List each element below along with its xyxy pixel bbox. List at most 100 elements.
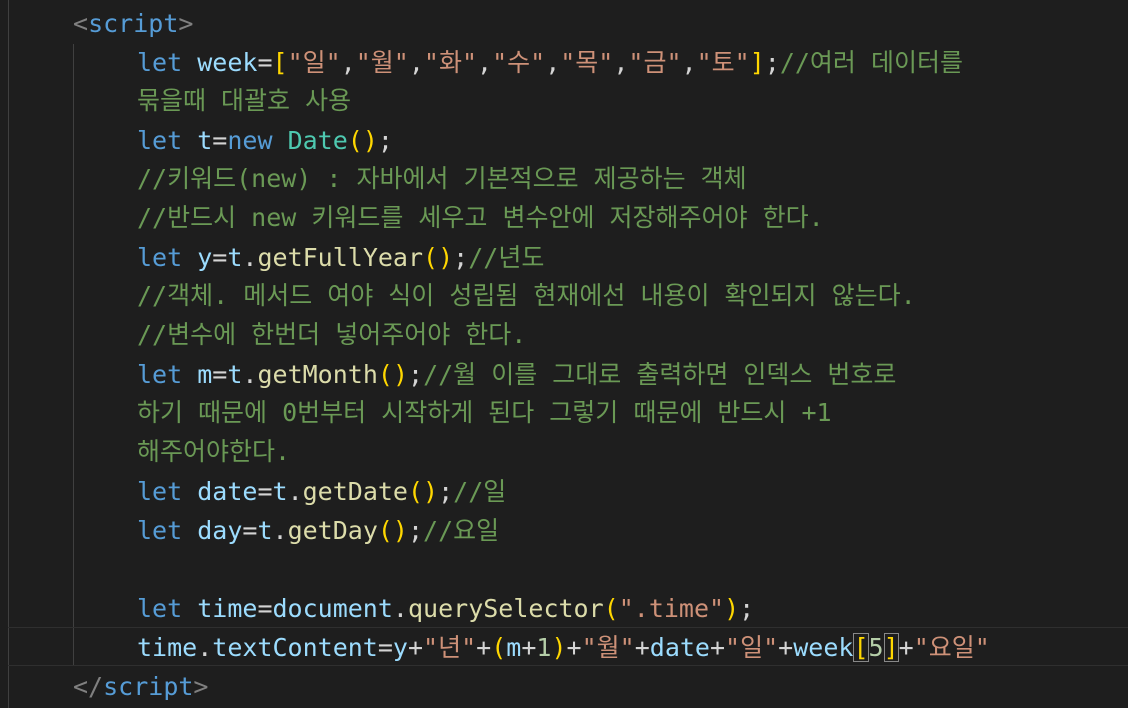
comment: 하기 때문에 0번부터 시작하게 된다 그렇기 때문에 반드시 +1 bbox=[137, 398, 832, 427]
indent-guide-outer bbox=[8, 0, 9, 708]
dot: . bbox=[197, 633, 213, 662]
comment: //월 이를 그대로 출력하면 인덱스 번호로 bbox=[423, 360, 897, 389]
string: "월" bbox=[355, 48, 409, 77]
string: "요일" bbox=[913, 633, 990, 662]
variable: date bbox=[649, 633, 710, 662]
object: t bbox=[257, 516, 273, 545]
plus: + bbox=[898, 633, 914, 662]
plus: + bbox=[521, 633, 537, 662]
code-line-8[interactable]: //객체. 메서드 여야 식이 성립됨 현재에선 내용이 확인되지 않는다. bbox=[137, 276, 916, 315]
script-open-tag: script bbox=[88, 9, 179, 38]
code-line-5[interactable]: //키워드(new) : 자바에서 기본적으로 제공하는 객체 bbox=[137, 159, 747, 198]
parentheses: () bbox=[347, 126, 378, 155]
code-line-1[interactable]: <script> bbox=[73, 4, 193, 43]
string: "일" bbox=[287, 48, 341, 77]
comment: //변수에 한번더 넣어주어야 한다. bbox=[137, 320, 527, 349]
comment: //객체. 메서드 여야 식이 성립됨 현재에선 내용이 확인되지 않는다. bbox=[137, 281, 916, 310]
string: "일" bbox=[725, 633, 779, 662]
comma: , bbox=[340, 48, 356, 77]
keyword: let bbox=[137, 48, 183, 77]
code-line-10[interactable]: let m=t.getMonth();//월 이를 그대로 출력하면 인덱스 번… bbox=[137, 355, 896, 394]
keyword: let bbox=[137, 126, 183, 155]
string: "목" bbox=[560, 48, 614, 77]
semicolon: ; bbox=[764, 48, 780, 77]
code-line-3[interactable]: 묶을때 대괄호 사용 bbox=[137, 81, 351, 120]
parentheses: () bbox=[377, 360, 408, 389]
code-line-6[interactable]: //반드시 new 키워드를 세우고 변수안에 저장해주어야 한다. bbox=[137, 198, 824, 237]
string: "수" bbox=[492, 48, 546, 77]
semicolon: ; bbox=[739, 594, 755, 623]
paren-close: ) bbox=[551, 633, 567, 662]
keyword: let bbox=[137, 360, 183, 389]
variable: time bbox=[197, 594, 258, 623]
object: t bbox=[227, 360, 243, 389]
comment: 해주어야한다. bbox=[137, 437, 291, 466]
code-line-9[interactable]: //변수에 한번더 넣어주어야 한다. bbox=[137, 315, 526, 354]
keyword: let bbox=[137, 243, 183, 272]
keyword: let bbox=[137, 516, 183, 545]
code-line-13[interactable]: let date=t.getDate();//일 bbox=[137, 472, 506, 511]
method: querySelector bbox=[407, 594, 604, 623]
tag-bracket: > bbox=[193, 672, 209, 701]
paren-close: ) bbox=[724, 594, 740, 623]
parentheses: () bbox=[377, 516, 408, 545]
plus: + bbox=[476, 633, 492, 662]
variable: y bbox=[197, 243, 213, 272]
number: 1 bbox=[536, 633, 552, 662]
code-line-16[interactable]: let time=document.querySelector(".time")… bbox=[137, 589, 754, 628]
paren-open: ( bbox=[603, 594, 619, 623]
operator: = bbox=[257, 48, 273, 77]
variable: y bbox=[392, 633, 408, 662]
comment: //년도 bbox=[468, 243, 545, 272]
string: "금" bbox=[628, 48, 682, 77]
code-line-12[interactable]: 해주어야한다. bbox=[137, 432, 290, 471]
plus: + bbox=[407, 633, 424, 662]
dot: . bbox=[392, 594, 408, 623]
operator: = bbox=[257, 594, 273, 623]
comment: //여러 데이터를 bbox=[779, 48, 963, 77]
comment: //반드시 new 키워드를 세우고 변수안에 저장해주어야 한다. bbox=[137, 203, 824, 232]
plus: + bbox=[709, 633, 726, 662]
operator: = bbox=[212, 126, 228, 155]
code-line-7[interactable]: let y=t.getFullYear();//년도 bbox=[137, 238, 544, 277]
indent-guide-inner bbox=[73, 44, 74, 666]
code-editor[interactable]: <script> let week=["일","월","화","수","목","… bbox=[0, 0, 1128, 708]
bracket: ] bbox=[749, 48, 765, 77]
semicolon: ; bbox=[453, 243, 469, 272]
operator: = bbox=[377, 633, 393, 662]
bracket: [ bbox=[272, 48, 288, 77]
semicolon: ; bbox=[377, 126, 393, 155]
string: ".time" bbox=[618, 594, 725, 623]
parentheses: () bbox=[423, 243, 454, 272]
bracket-close-matched: ] bbox=[883, 633, 899, 662]
operator: = bbox=[242, 516, 258, 545]
code-line-4[interactable]: let t=new Date(); bbox=[137, 121, 393, 160]
string: "년" bbox=[423, 633, 477, 662]
semicolon: ; bbox=[407, 516, 424, 545]
dot: . bbox=[287, 477, 303, 506]
plus: + bbox=[778, 633, 794, 662]
comment: //일 bbox=[453, 477, 507, 506]
semicolon: ; bbox=[408, 360, 424, 389]
variable: week bbox=[793, 633, 854, 662]
keyword: let bbox=[137, 477, 183, 506]
variable: m bbox=[197, 360, 213, 389]
parentheses: () bbox=[407, 477, 439, 506]
code-line-2[interactable]: let week=["일","월","화","수","목","금","토"];/… bbox=[137, 43, 963, 82]
variable: m bbox=[506, 633, 522, 662]
method: getFullYear bbox=[257, 243, 424, 272]
number: 5 bbox=[868, 633, 884, 662]
comma: , bbox=[408, 48, 424, 77]
code-line-14[interactable]: let day=t.getDay();//요일 bbox=[137, 511, 499, 550]
code-line-18[interactable]: </script> bbox=[73, 667, 208, 706]
comma: , bbox=[545, 48, 561, 77]
variable: date bbox=[197, 477, 258, 506]
code-line-11[interactable]: 하기 때문에 0번부터 시작하게 된다 그렇기 때문에 반드시 +1 bbox=[137, 393, 832, 432]
string: "토" bbox=[696, 48, 750, 77]
comment: //요일 bbox=[423, 516, 500, 545]
keyword: let bbox=[137, 594, 183, 623]
code-line-17[interactable]: time.textContent=y+"년"+(m+1)+"월"+date+"일… bbox=[137, 628, 990, 667]
variable: t bbox=[197, 126, 213, 155]
semicolon: ; bbox=[438, 477, 454, 506]
string: "화" bbox=[423, 48, 478, 77]
